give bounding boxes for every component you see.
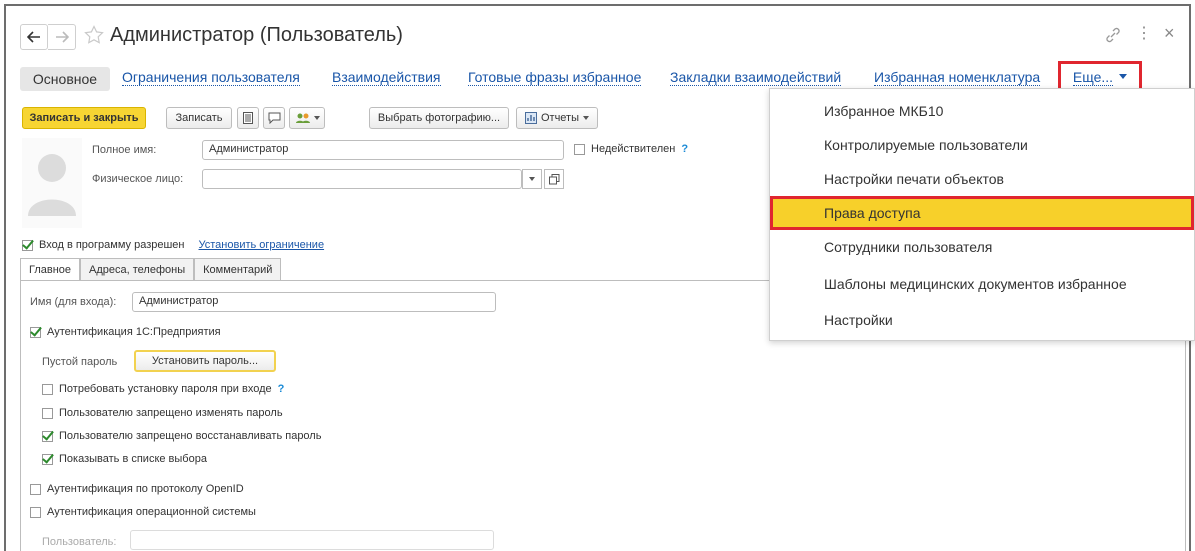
inactive-checkbox-row[interactable]: Недействителен ? (574, 143, 688, 155)
users-dropdown-button[interactable] (289, 107, 325, 129)
forbid-restore-label: Пользователю запрещено восстанавливать п… (59, 430, 322, 442)
tab-comment[interactable]: Комментарий (194, 258, 282, 280)
tab-interaction-bookmarks[interactable]: Закладки взаимодействий (670, 69, 842, 87)
arrow-right-icon (55, 31, 69, 43)
person-field[interactable] (202, 169, 522, 189)
tab-user-restrictions[interactable]: Ограничения пользователя (122, 69, 300, 87)
auth-1c-row[interactable]: Аутентификация 1С:Предприятия (30, 326, 221, 338)
login-allowed-checkbox[interactable] (22, 239, 33, 251)
menu-item-favorite-mkb10[interactable]: Избранное МКБ10 (770, 94, 1194, 128)
inactive-label: Недействителен (591, 143, 676, 155)
chevron-down-icon (583, 116, 590, 120)
forbid-change-checkbox[interactable] (42, 407, 53, 419)
chevron-down-icon (529, 177, 535, 181)
menu-item-med-doc-templates[interactable]: Шаблоны медицинских документов избранное (770, 267, 1194, 301)
openid-label: Аутентификация по протоколу OpenID (47, 483, 244, 495)
set-password-button[interactable]: Установить пароль... (134, 350, 276, 372)
os-auth-label: Аутентификация операционной системы (47, 506, 256, 518)
tab-favorite-nomenclature[interactable]: Избранная номенклатура (874, 69, 1041, 87)
forbid-restore-row[interactable]: Пользователю запрещено восстанавливать п… (42, 430, 321, 442)
tab-favorite-nomenclature-label: Избранная номенклатура (874, 69, 1041, 86)
menu-item-access-rights[interactable]: Права доступа (770, 196, 1194, 230)
set-restriction-link[interactable]: Установить ограничение (199, 239, 325, 251)
auth-1c-label: Аутентификация 1С:Предприятия (47, 326, 221, 338)
forbid-change-row[interactable]: Пользователю запрещено изменять пароль (42, 407, 283, 419)
openid-row[interactable]: Аутентификация по протоколу OpenID (30, 483, 244, 495)
tab-interactions-label: Взаимодействия (332, 69, 441, 86)
full-name-field[interactable]: Администратор (202, 140, 564, 160)
chevron-down-icon (1119, 74, 1128, 79)
menu-item-print-settings[interactable]: Настройки печати объектов (770, 162, 1194, 196)
tab-ready-phrases[interactable]: Готовые фразы избранное (468, 69, 642, 87)
person-open-button[interactable] (544, 169, 564, 189)
login-allowed-row[interactable]: Вход в программу разрешен Установить огр… (22, 239, 324, 251)
tab-ready-phrases-label: Готовые фразы избранное (468, 69, 642, 86)
empty-password-label: Пустой пароль (42, 356, 118, 368)
chevron-down-icon (313, 116, 320, 120)
person-dropdown-button[interactable] (522, 169, 542, 189)
menu-item-settings[interactable]: Настройки (770, 303, 1194, 337)
os-user-label: Пользователь: (42, 536, 117, 548)
avatar-icon (28, 154, 76, 216)
forbid-restore-checkbox[interactable] (42, 430, 53, 442)
auth-1c-checkbox[interactable] (30, 326, 41, 338)
page-title: Администратор (Пользователь) (110, 24, 403, 46)
close-icon[interactable]: × (1164, 23, 1175, 44)
help-icon[interactable]: ? (681, 143, 688, 155)
forbid-change-label: Пользователю запрещено изменять пароль (59, 407, 283, 419)
save-close-button[interactable]: Записать и закрыть (22, 107, 146, 129)
tab-user-restrictions-label: Ограничения пользователя (122, 69, 300, 86)
tab-addresses-phones[interactable]: Адреса, телефоны (80, 258, 195, 280)
tab-main-label: Основное (32, 71, 98, 87)
user-photo-placeholder (22, 138, 82, 228)
document-list-icon[interactable] (237, 107, 259, 129)
login-allowed-label: Вход в программу разрешен (39, 239, 185, 251)
arrow-left-icon (27, 31, 40, 43)
favorite-star-icon[interactable] (84, 25, 104, 50)
menu-item-controlled-users[interactable]: Контролируемые пользователи (770, 128, 1194, 162)
full-name-label: Полное имя: (92, 144, 157, 156)
reports-button[interactable]: Отчеты (516, 107, 598, 129)
users-icon (295, 113, 310, 123)
require-password-label: Потребовать установку пароля при входе (59, 383, 272, 395)
forward-button[interactable] (48, 24, 76, 50)
back-button[interactable] (20, 24, 48, 50)
save-button[interactable]: Записать (166, 107, 232, 129)
show-in-list-checkbox[interactable] (42, 453, 53, 465)
tab-interactions[interactable]: Взаимодействия (332, 69, 441, 87)
inner-tab-bar: Главное Адреса, телефоны Комментарий (20, 258, 282, 280)
login-name-field[interactable]: Администратор (132, 292, 496, 312)
os-auth-row[interactable]: Аутентификация операционной системы (30, 506, 256, 518)
tab-interaction-bookmarks-label: Закладки взаимодействий (670, 69, 842, 86)
help-icon[interactable]: ? (278, 383, 285, 395)
menu-item-user-employees[interactable]: Сотрудники пользователя (770, 230, 1194, 264)
choose-photo-button[interactable]: Выбрать фотографию... (369, 107, 509, 129)
require-password-checkbox[interactable] (42, 383, 53, 395)
os-auth-checkbox[interactable] (30, 506, 41, 518)
show-in-list-label: Показывать в списке выбора (59, 453, 207, 465)
inactive-checkbox[interactable] (574, 143, 585, 155)
report-icon (524, 112, 537, 124)
comment-icon[interactable] (263, 107, 285, 129)
tab-main[interactable]: Основное (20, 67, 110, 91)
more-dropdown-menu: Избранное МКБ10 Контролируемые пользоват… (769, 88, 1195, 341)
more-options-icon[interactable]: ⋮ (1136, 26, 1152, 42)
open-window-icon (548, 173, 559, 184)
login-name-label: Имя (для входа): (30, 296, 117, 308)
more-tabs-label: Еще... (1072, 68, 1114, 86)
reports-label: Отчеты (540, 112, 580, 124)
link-icon[interactable] (1104, 26, 1122, 49)
show-in-list-row[interactable]: Показывать в списке выбора (42, 453, 207, 465)
openid-checkbox[interactable] (30, 483, 41, 495)
person-label: Физическое лицо: (92, 173, 184, 185)
os-user-field[interactable] (130, 530, 494, 550)
require-password-row[interactable]: Потребовать установку пароля при входе ? (42, 383, 284, 395)
tab-general[interactable]: Главное (20, 258, 81, 280)
